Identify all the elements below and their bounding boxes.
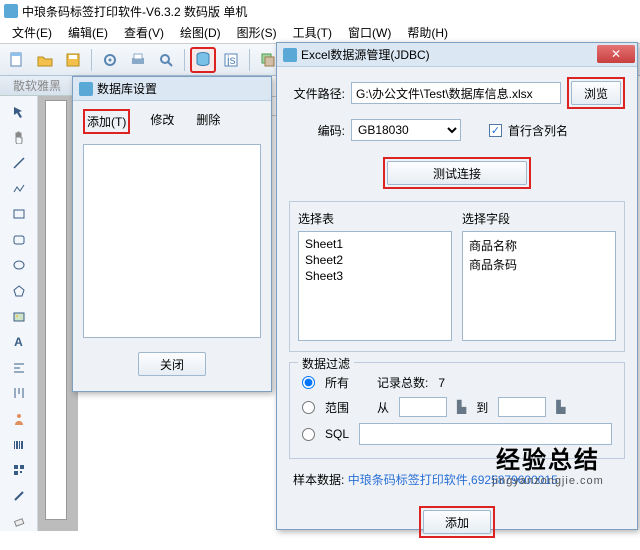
align-left-icon[interactable]	[8, 358, 30, 378]
app-title: 中琅条码标签打印软件-V6.3.2 数码版 单机	[22, 3, 247, 20]
table-listbox[interactable]: Sheet1 Sheet2 Sheet3	[298, 231, 452, 341]
dialog-title: Excel数据源管理(JDBC)	[301, 46, 430, 63]
header-checkbox[interactable]	[489, 124, 502, 137]
roundrect-tool-icon[interactable]	[8, 230, 30, 250]
ellipse-tool-icon[interactable]	[8, 256, 30, 276]
db-connection-list[interactable]	[83, 144, 261, 338]
select-table-label: 选择表	[298, 210, 452, 227]
sample-data-link[interactable]: 中琅条码标签打印软件,6925879600015	[348, 473, 558, 487]
menu-tool[interactable]: 工具(T)	[287, 22, 338, 43]
toolbar-separator	[249, 49, 250, 71]
hand-tool-icon[interactable]	[8, 128, 30, 148]
font-ribbon-tab[interactable]: 散软雅黑	[0, 76, 74, 96]
filter-all-label: 所有	[325, 374, 349, 391]
database-settings-dialog: 数据库设置 添加(T) 修改 删除 关闭	[72, 76, 272, 392]
settings-button[interactable]	[97, 47, 123, 73]
filter-range-label: 范围	[325, 399, 349, 416]
range-to-input[interactable]	[498, 397, 546, 417]
rect-tool-icon[interactable]	[8, 204, 30, 224]
tables-fields-group: 选择表 选择字段 Sheet1 Sheet2 Sheet3 商品名称 商品条码	[289, 201, 625, 352]
list-item[interactable]: Sheet2	[303, 252, 447, 268]
menu-help[interactable]: 帮助(H)	[401, 22, 454, 43]
toolbar-separator	[91, 49, 92, 71]
list-item[interactable]: 商品名称	[467, 236, 611, 255]
field-listbox[interactable]: 商品名称 商品条码	[462, 231, 616, 341]
qrcode-tool-icon[interactable]	[8, 460, 30, 480]
range-from-label: 从	[377, 399, 389, 416]
path-input[interactable]	[351, 82, 561, 104]
person-tool-icon[interactable]	[8, 409, 30, 429]
browse-button[interactable]: 浏览	[571, 81, 621, 105]
menu-window[interactable]: 窗口(W)	[342, 22, 397, 43]
add-button[interactable]: 添加	[423, 510, 491, 534]
align-v-icon[interactable]	[8, 384, 30, 404]
print-button[interactable]	[125, 47, 151, 73]
toolbar-separator	[184, 49, 185, 71]
new-doc-button[interactable]	[4, 47, 30, 73]
list-item[interactable]: 商品条码	[467, 255, 611, 274]
filter-sql-label: SQL	[325, 427, 349, 441]
preview-button[interactable]	[153, 47, 179, 73]
test-connection-button[interactable]: 测试连接	[387, 161, 527, 185]
brush-tool-icon[interactable]	[8, 486, 30, 506]
left-toolbar: A	[0, 96, 38, 531]
menu-draw[interactable]: 绘图(D)	[174, 22, 227, 43]
sql-input[interactable]	[359, 423, 612, 445]
filter-all-radio[interactable]	[302, 376, 315, 389]
total-records-value: 7	[438, 376, 445, 390]
open-button[interactable]	[32, 47, 58, 73]
polyline-tool-icon[interactable]	[8, 179, 30, 199]
header-checkbox-label: 首行含列名	[508, 122, 568, 139]
excel-datasource-dialog: Excel数据源管理(JDBC) ✕ 文件路径: 浏览 编码: GB18030 …	[276, 42, 638, 530]
encoding-select[interactable]: GB18030	[351, 119, 461, 141]
path-label: 文件路径:	[289, 85, 345, 102]
dialog-title: 数据库设置	[97, 80, 157, 97]
text-tool-icon[interactable]: A	[8, 332, 30, 352]
menu-file[interactable]: 文件(E)	[6, 22, 58, 43]
menu-view[interactable]: 查看(V)	[118, 22, 170, 43]
menu-edit[interactable]: 编辑(E)	[62, 22, 114, 43]
db-delete-tab[interactable]: 删除	[194, 109, 222, 134]
canvas-page[interactable]	[45, 100, 67, 520]
range-stepper-icon[interactable]: ▙	[556, 400, 565, 414]
app-titlebar: 中琅条码标签打印软件-V6.3.2 数码版 单机	[0, 0, 640, 22]
eraser-tool-icon[interactable]	[8, 512, 30, 532]
database-button[interactable]	[190, 47, 216, 73]
db-modify-tab[interactable]: 修改	[148, 109, 176, 134]
dialog-logo-icon	[283, 48, 297, 62]
polygon-tool-icon[interactable]	[8, 281, 30, 301]
total-records-label: 记录总数:	[377, 374, 428, 391]
image-tool-icon[interactable]	[8, 307, 30, 327]
dialog-titlebar[interactable]: 数据库设置	[73, 77, 271, 101]
list-item[interactable]: Sheet3	[303, 268, 447, 284]
select-tool-icon[interactable]	[8, 102, 30, 122]
db-add-tab[interactable]: 添加(T)	[83, 109, 130, 134]
dialog-logo-icon	[79, 82, 93, 96]
select-field-label: 选择字段	[462, 210, 616, 227]
encoding-label: 编码:	[289, 122, 345, 139]
range-to-label: 到	[476, 399, 488, 416]
svg-text:js: js	[226, 53, 236, 67]
db-close-button[interactable]: 关闭	[138, 352, 206, 376]
script-button[interactable]: js	[218, 47, 244, 73]
barcode-tool-icon[interactable]	[8, 435, 30, 455]
save-button[interactable]	[60, 47, 86, 73]
menubar: 文件(E) 编辑(E) 查看(V) 绘图(D) 图形(S) 工具(T) 窗口(W…	[0, 22, 640, 44]
dialog-titlebar[interactable]: Excel数据源管理(JDBC) ✕	[277, 43, 637, 67]
data-filter-group: 数据过滤 所有 记录总数: 7 范围 从 ▙ 到 ▙ SQL	[289, 362, 625, 459]
menu-shape[interactable]: 图形(S)	[231, 22, 283, 43]
sample-data-label: 样本数据:	[293, 473, 344, 487]
filter-range-radio[interactable]	[302, 401, 315, 414]
filter-legend: 数据过滤	[298, 355, 354, 372]
close-icon[interactable]: ✕	[597, 45, 635, 63]
app-logo-icon	[4, 4, 18, 18]
filter-sql-radio[interactable]	[302, 428, 315, 441]
list-item[interactable]: Sheet1	[303, 236, 447, 252]
range-from-input[interactable]	[399, 397, 447, 417]
line-tool-icon[interactable]	[8, 153, 30, 173]
range-stepper-icon[interactable]: ▙	[457, 400, 466, 414]
